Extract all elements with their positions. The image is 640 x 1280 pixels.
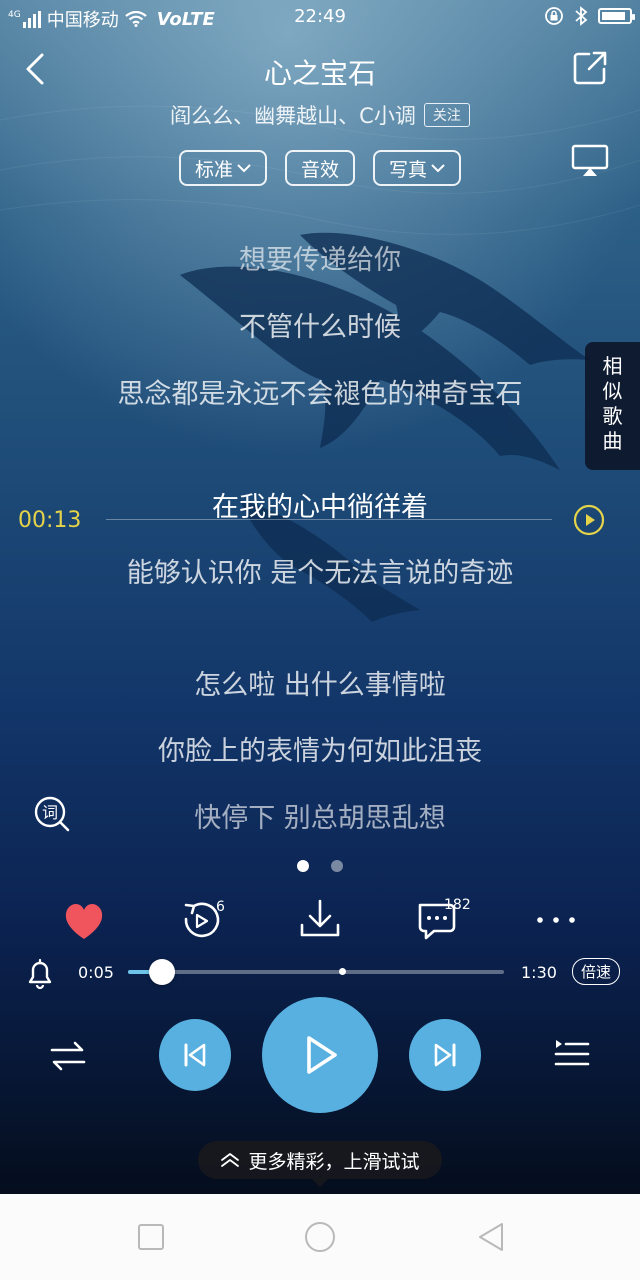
effects-label: 音效 xyxy=(300,158,339,181)
artists-row: 阎么么、幽舞越山、C小调 关注 xyxy=(0,100,640,130)
download-icon[interactable] xyxy=(290,893,350,949)
lyric-line: 思念都是永远不会褪色的神奇宝石 xyxy=(117,379,523,410)
quality-selector[interactable]: 标准 xyxy=(178,150,267,186)
skip-previous-icon xyxy=(184,1043,206,1067)
rotation-lock-icon xyxy=(545,7,563,25)
similar-label-char: 相 xyxy=(602,354,623,378)
sound-effects-button[interactable]: 音效 xyxy=(284,150,355,186)
double-chevron-up-icon xyxy=(221,1153,240,1167)
progress-row: 0:05 1:30 倍速 xyxy=(0,950,640,994)
current-time: 0:05 xyxy=(78,963,114,982)
lyric-line: 快停下 别总胡思乱想 xyxy=(194,803,446,834)
back-nav-icon[interactable] xyxy=(474,1220,508,1254)
artist-names[interactable]: 阎么么、幽舞越山、C小调 xyxy=(170,100,416,130)
cast-icon[interactable] xyxy=(571,144,609,178)
share-icon[interactable] xyxy=(572,50,608,86)
player-screen: 4G 中国移动 VoLTE 22:49 心之宝石 阎么么、幽舞越山、C小调 关注… xyxy=(0,0,640,1194)
home-icon[interactable] xyxy=(303,1220,337,1254)
page-dot xyxy=(331,860,343,872)
playlist-icon[interactable] xyxy=(552,1036,592,1072)
player-options: 标准 音效 写真 xyxy=(0,150,640,186)
similar-label-char: 曲 xyxy=(602,429,623,453)
more-options-icon[interactable] xyxy=(526,893,586,949)
lyric-seek-line xyxy=(106,519,552,520)
lyric-line: 怎么啦 出什么事情啦 xyxy=(194,670,446,701)
page-indicator xyxy=(0,860,640,872)
chevron-down-icon xyxy=(237,164,251,173)
photo-mode-selector[interactable]: 写真 xyxy=(373,150,462,186)
play-mode-icon[interactable] xyxy=(48,1038,88,1074)
swipe-up-tip[interactable]: 更多精彩，上滑试试 xyxy=(198,1141,442,1187)
status-bar: 4G 中国移动 VoLTE 22:49 xyxy=(0,0,640,34)
battery-icon xyxy=(598,8,635,24)
play-icon xyxy=(307,1036,337,1074)
current-lyric-line: 在我的心中徜徉着 xyxy=(212,492,428,523)
photo-label: 写真 xyxy=(389,158,428,181)
progress-slider[interactable] xyxy=(128,959,504,985)
bluetooth-icon xyxy=(575,6,588,26)
lyrics-search-icon[interactable]: 词 xyxy=(32,795,72,833)
sleep-timer-bell-icon[interactable] xyxy=(24,956,56,990)
svg-text:词: 词 xyxy=(42,803,58,822)
total-time: 1:30 xyxy=(521,963,557,982)
action-bar: 6 182 xyxy=(0,893,640,953)
progress-knob[interactable] xyxy=(148,959,175,985)
song-title: 心之宝石 xyxy=(263,57,376,90)
page-dot-active xyxy=(297,860,309,872)
comment-count: 182 xyxy=(444,897,471,913)
battery-level xyxy=(602,12,625,20)
next-track-button[interactable] xyxy=(409,1019,481,1091)
lyric-line: 想要传递给你 xyxy=(239,245,401,276)
lyric-line: 不管什么时候 xyxy=(239,312,401,343)
like-heart-icon[interactable] xyxy=(54,893,114,949)
follow-button[interactable]: 关注 xyxy=(423,103,470,127)
skip-next-icon xyxy=(434,1043,456,1067)
quality-label: 标准 xyxy=(194,158,233,181)
similar-label-char: 歌 xyxy=(602,404,623,428)
play-from-line-icon[interactable] xyxy=(572,503,606,537)
lyric-line: 你脸上的表情为何如此沮丧 xyxy=(158,736,482,767)
swipe-tip-text: 更多精彩，上滑试试 xyxy=(248,1150,420,1173)
play-pause-button[interactable] xyxy=(262,997,378,1113)
similar-songs-tab[interactable]: 相 似 歌 曲 xyxy=(585,342,640,470)
similar-label-char: 似 xyxy=(602,379,623,403)
playback-controls xyxy=(0,996,640,1116)
chevron-down-icon xyxy=(431,164,445,173)
playback-speed-button[interactable]: 倍速 xyxy=(572,958,621,985)
system-nav-bar xyxy=(0,1194,640,1280)
lyric-line: 能够认识你 是个无法言说的奇迹 xyxy=(126,558,514,589)
recent-apps-icon[interactable] xyxy=(134,1220,168,1254)
previous-track-button[interactable] xyxy=(159,1019,231,1091)
lyric-seek-time: 00:13 xyxy=(18,508,82,533)
buffer-marker xyxy=(339,968,347,975)
listen-badge: 6 xyxy=(216,899,225,915)
